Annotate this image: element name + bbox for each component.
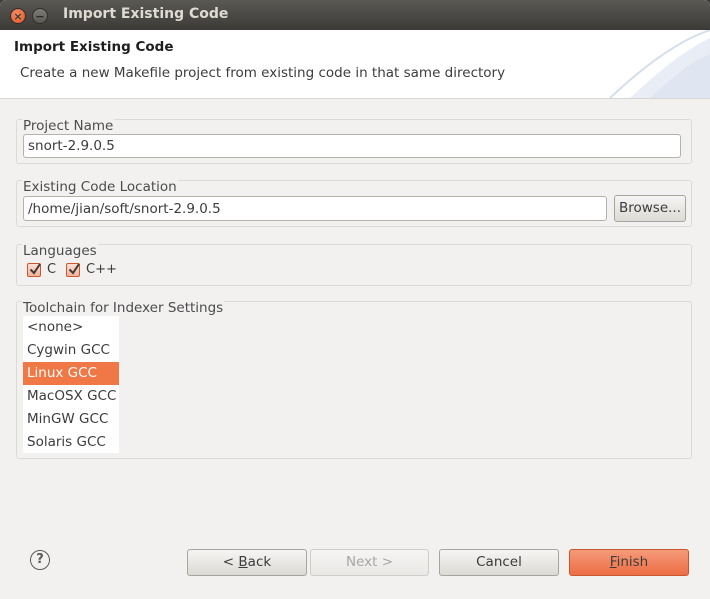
help-icon: ?: [36, 552, 44, 567]
next-button[interactable]: Next >: [310, 549, 429, 576]
window-title: Import Existing Code: [63, 6, 229, 22]
close-icon: ×: [13, 10, 23, 23]
back-button[interactable]: < Back: [187, 549, 307, 576]
toolchain-item-macosx-gcc[interactable]: MacOSX GCC: [23, 385, 119, 408]
project-name-input[interactable]: [23, 134, 681, 158]
checkbox-checked-icon: [27, 262, 41, 277]
toolchain-list[interactable]: <none> Cygwin GCC Linux GCC MacOSX GCC M…: [23, 316, 119, 453]
language-cpp-checkbox[interactable]: C++: [66, 262, 117, 277]
wizard-title: Import Existing Code: [14, 39, 174, 55]
toolchain-item-cygwin-gcc[interactable]: Cygwin GCC: [23, 339, 119, 362]
wizard-description: Create a new Makefile project from exist…: [20, 65, 506, 81]
language-cpp-label: C++: [86, 262, 117, 277]
header-decoration-icon: [609, 30, 710, 98]
browse-button[interactable]: Browse...: [614, 195, 686, 222]
checkbox-checked-icon: [66, 262, 80, 277]
project-name-label: Project Name: [22, 118, 115, 134]
back-button-prefix: <: [222, 554, 239, 570]
toolchain-item-mingw-gcc[interactable]: MinGW GCC: [23, 408, 119, 431]
wizard-header: Import Existing Code Create a new Makefi…: [0, 30, 710, 99]
title-bar: × − Import Existing Code: [0, 0, 710, 30]
back-button-rest: ack: [247, 554, 272, 570]
minimize-icon: −: [35, 10, 45, 23]
minimize-button[interactable]: −: [32, 8, 48, 24]
dialog-window: × − Import Existing Code Import Existing…: [0, 0, 710, 599]
cancel-button[interactable]: Cancel: [439, 549, 559, 576]
toolchain-item-none[interactable]: <none>: [23, 316, 119, 339]
code-location-label: Existing Code Location: [22, 179, 178, 195]
toolchain-label: Toolchain for Indexer Settings: [22, 300, 225, 316]
toolchain-item-solaris-gcc[interactable]: Solaris GCC: [23, 431, 119, 454]
help-button[interactable]: ?: [30, 550, 50, 570]
toolchain-item-linux-gcc[interactable]: Linux GCC: [23, 362, 119, 385]
close-button[interactable]: ×: [10, 8, 26, 24]
language-c-label: C: [47, 262, 57, 277]
finish-button-mnemonic: F: [609, 554, 617, 570]
code-location-input[interactable]: [23, 196, 607, 221]
language-c-checkbox[interactable]: C: [27, 262, 56, 277]
finish-button[interactable]: Finish: [569, 549, 689, 576]
back-button-mnemonic: B: [238, 554, 248, 570]
languages-label: Languages: [22, 243, 98, 259]
languages-group: Languages: [16, 243, 692, 286]
finish-button-rest: inish: [616, 554, 649, 570]
